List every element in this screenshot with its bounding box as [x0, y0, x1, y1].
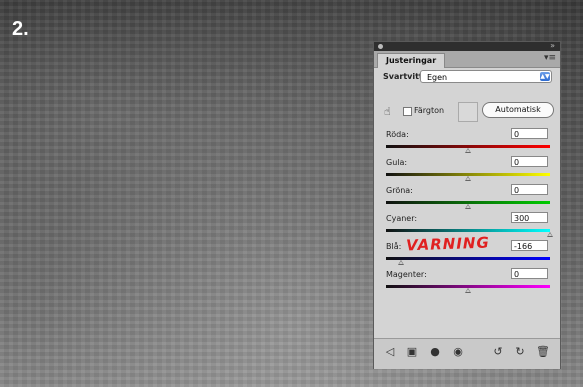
slider-thumb[interactable]	[465, 148, 471, 153]
panel-bottom-bar: ◁ ▣ ● ◉ ↺ ↻ 🗑	[374, 338, 560, 369]
panel-menu-icon[interactable]: ▾≡	[544, 53, 556, 63]
slider-value-input[interactable]: 0	[511, 184, 548, 195]
tint-checkbox[interactable]	[403, 107, 412, 116]
slider-thumb[interactable]	[465, 176, 471, 181]
slider-track[interactable]	[386, 229, 550, 232]
eye-icon[interactable]: ◉	[452, 346, 464, 358]
slider-label: Röda:	[386, 130, 409, 139]
slider-thumb[interactable]	[397, 260, 404, 265]
slider-thumb[interactable]	[465, 204, 471, 209]
back-arrow-icon[interactable]: ◁	[384, 346, 396, 358]
slider-thumb[interactable]	[465, 288, 471, 293]
step-number: 2.	[12, 18, 29, 40]
close-icon[interactable]	[378, 44, 383, 49]
slider-label: Blå:	[386, 242, 402, 251]
slider-track[interactable]	[386, 257, 550, 260]
tint-color-swatch[interactable]	[458, 102, 478, 122]
panel-titlebar: »	[374, 41, 560, 51]
hand-tool-icon[interactable]: ☝	[384, 105, 391, 118]
reset-previous-icon[interactable]: ↺	[492, 346, 504, 358]
tint-label: Färgton	[414, 106, 445, 115]
slider-thumb[interactable]	[547, 232, 553, 237]
dropdown-arrow-icon: ▲▼	[540, 72, 550, 81]
slider-value-input[interactable]: 0	[511, 128, 548, 139]
slider-label: Gröna:	[386, 186, 413, 195]
warning-annotation: VARNING	[405, 233, 491, 255]
slider-value-input[interactable]: 0	[511, 156, 548, 167]
preset-select[interactable]: Egen ▲▼	[420, 70, 552, 83]
slider-label: Cyaner:	[386, 214, 418, 223]
preset-label: Svartvitt	[383, 72, 423, 81]
circle-icon[interactable]: ●	[429, 346, 441, 358]
reset-icon[interactable]: ↻	[514, 346, 526, 358]
slider-label: Gula:	[386, 158, 408, 167]
auto-button[interactable]: Automatisk	[482, 102, 554, 118]
layer-icon[interactable]: ▣	[406, 346, 418, 358]
preset-value: Egen	[427, 73, 448, 82]
slider-value-input[interactable]: 0	[511, 268, 548, 279]
slider-value-input[interactable]: 300	[511, 212, 548, 223]
adjustments-panel: » Justeringar ▾≡ Svartvitt Egen ▲▼ ☝ Fär…	[373, 41, 561, 369]
tab-bar: Justeringar ▾≡	[374, 51, 560, 68]
tab-adjustments[interactable]: Justeringar	[377, 53, 446, 68]
slider-value-input[interactable]: -166	[511, 240, 548, 251]
trash-icon[interactable]: 🗑	[536, 346, 550, 358]
slider-label: Magenter:	[386, 270, 427, 279]
collapse-icon[interactable]: »	[550, 41, 555, 51]
